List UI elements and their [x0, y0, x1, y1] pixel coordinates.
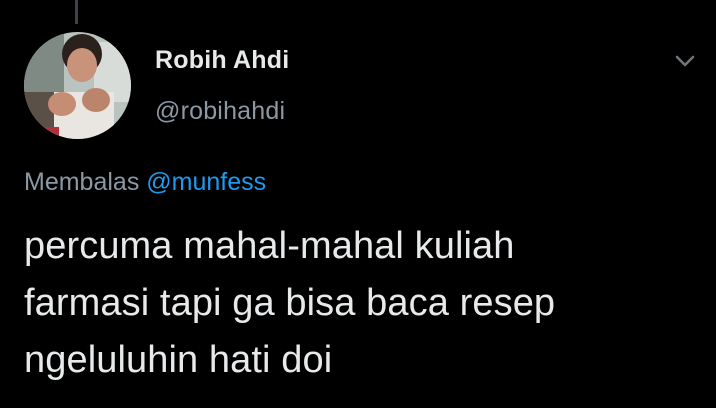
tweet-text-line: farmasi tapi ga bisa baca resep [24, 282, 556, 324]
avatar-photo [24, 32, 131, 139]
author-name[interactable]: Robih Ahdi [155, 46, 289, 75]
tweet-text-line: percuma mahal-mahal kuliah [24, 225, 515, 267]
tweet-text: percuma mahal-mahal kuliah farmasi tapi … [24, 218, 694, 389]
thread-connector-line [75, 0, 78, 24]
reply-context: Membalas @munfess [24, 168, 266, 197]
avatar[interactable] [24, 32, 131, 139]
author-handle[interactable]: @robihahdi [155, 97, 285, 126]
reply-prefix: Membalas [24, 168, 140, 196]
tweet-text-line: ngeluluhin hati doi [24, 339, 333, 381]
reply-mention-link[interactable]: @munfess [146, 168, 266, 196]
chevron-down-icon[interactable] [674, 52, 696, 70]
